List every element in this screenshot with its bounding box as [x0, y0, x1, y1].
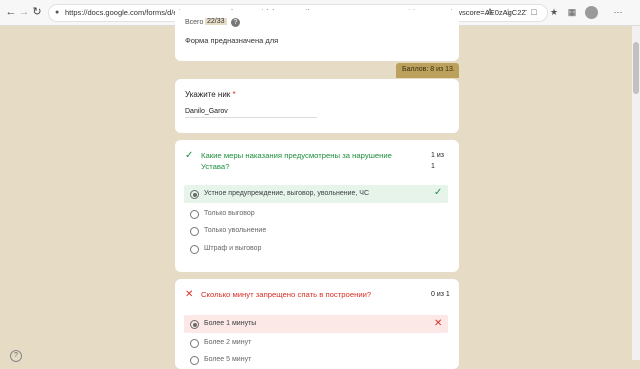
total-badge: 22/33	[205, 18, 227, 25]
page-scrollbar[interactable]	[632, 26, 640, 360]
scrollbar-thumb[interactable]	[633, 42, 639, 94]
option-row-selected-incorrect[interactable]: Более 1 минуты ✕	[184, 315, 448, 333]
cross-icon: ✕	[185, 289, 194, 300]
option-row[interactable]: Более 2 минут	[184, 335, 448, 351]
radio-unselected[interactable]	[190, 339, 199, 348]
score-badge-text: Баллов: 8 из 13.	[402, 66, 455, 73]
nick-answer-underline	[185, 117, 317, 118]
favorite-icon[interactable]: ☆	[502, 6, 514, 18]
info-icon[interactable]: ?	[231, 18, 240, 27]
nick-answer: Danilo_Garov	[185, 108, 228, 115]
correct-check-icon: ✓	[434, 187, 443, 198]
radio-selected[interactable]	[190, 190, 199, 199]
favorites-bar-icon[interactable]: ★	[548, 6, 560, 18]
question-card-2: ✕ Сколько минут запрещено спать в постро…	[175, 279, 459, 369]
total-label: Всего	[185, 19, 204, 26]
radio-unselected[interactable]	[190, 227, 199, 236]
question-1-score-line1: 1 из	[431, 152, 444, 159]
form-description: Форма предназначена для	[185, 36, 279, 45]
option-row[interactable]: Более 5 минут	[184, 352, 448, 368]
question-1-score-line2: 1	[431, 163, 435, 170]
option-label: Только выговор	[204, 210, 255, 217]
question-card-1: ✓ Какие меры наказания предусмотрены за …	[175, 140, 459, 272]
radio-unselected[interactable]	[190, 356, 199, 365]
nick-question-title: Укажите ник *	[185, 90, 236, 99]
question-2-score: 0 из 1	[431, 291, 450, 298]
profile-icon[interactable]	[585, 6, 598, 19]
lock-icon[interactable]: ●	[55, 9, 59, 16]
nick-question-card: Укажите ник * Danilo_Garov	[175, 79, 459, 133]
form-header-card: Всего 22/33 ? Форма предназначена для	[175, 10, 459, 61]
option-row-selected-correct[interactable]: Устное предупреждение, выговор, увольнен…	[184, 185, 448, 203]
menu-icon[interactable]: ⋯	[612, 6, 624, 18]
forward-icon[interactable]: →	[17, 5, 31, 19]
radio-unselected[interactable]	[190, 210, 199, 219]
option-row[interactable]: Только увольнение	[184, 223, 448, 239]
option-label: Устное предупреждение, выговор, увольнен…	[204, 190, 370, 197]
option-row[interactable]: Штраф и выговор	[184, 241, 448, 257]
score-badge: Баллов: 8 из 13.	[396, 63, 459, 78]
required-mark: *	[232, 90, 236, 99]
radio-unselected[interactable]	[190, 245, 199, 254]
nick-label: Укажите ник	[185, 90, 231, 99]
extensions-icon[interactable]: □	[528, 6, 540, 18]
question-2-text: Сколько минут запрещено спать в построен…	[201, 290, 372, 299]
option-row[interactable]: Только выговор	[184, 206, 448, 222]
incorrect-cross-icon: ✕	[434, 318, 443, 329]
help-icon[interactable]: ?	[10, 350, 22, 362]
collections-icon[interactable]: ▦	[566, 6, 578, 18]
reader-mode-icon[interactable]: A	[484, 6, 496, 18]
option-label: Штраф и выговор	[204, 245, 262, 252]
option-label: Более 1 минуты	[204, 320, 257, 327]
check-icon: ✓	[185, 150, 194, 161]
option-label: Более 2 минут	[204, 339, 252, 346]
radio-selected[interactable]	[190, 320, 199, 329]
back-icon[interactable]: ←	[4, 5, 18, 19]
option-label: Только увольнение	[204, 227, 267, 234]
question-1-text: Какие меры наказания предусмотрены за на…	[201, 151, 392, 171]
reload-icon[interactable]: ↻	[30, 5, 44, 19]
